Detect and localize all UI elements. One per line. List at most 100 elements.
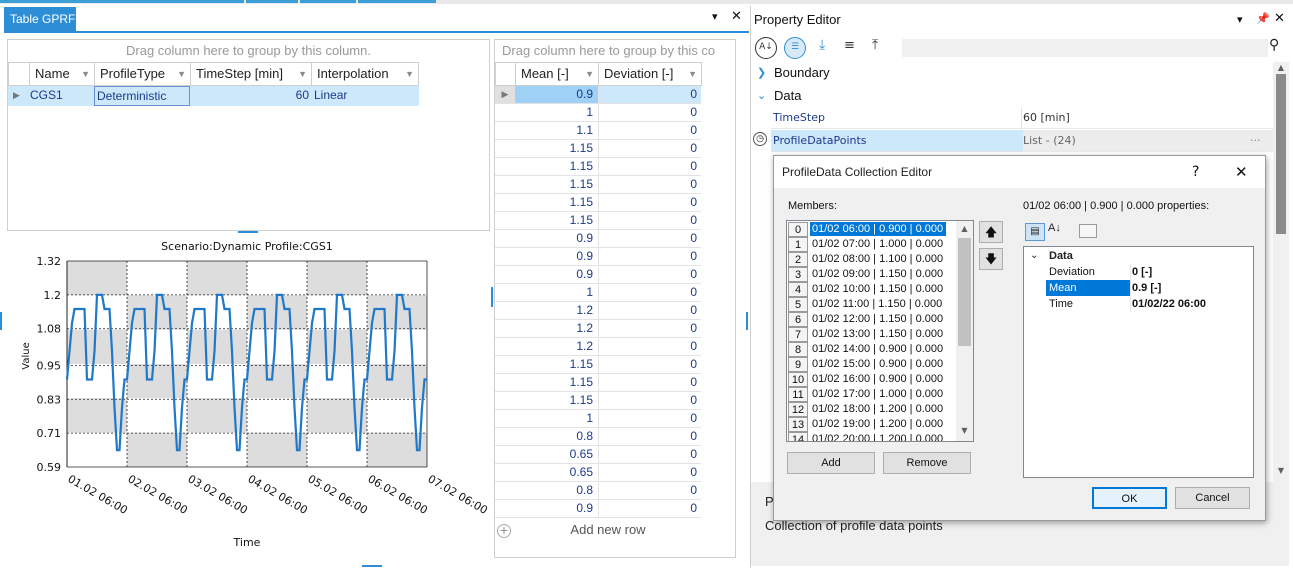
table-row[interactable]: 0.9 0 bbox=[495, 248, 701, 266]
move-down-button[interactable]: 🡇 bbox=[979, 248, 1003, 270]
list-item[interactable]: 2 01/02 08:00 | 1.100 | 0.000 bbox=[788, 252, 954, 267]
cell-deviation[interactable]: 0 bbox=[599, 230, 701, 247]
cell-mean[interactable]: 0.8 bbox=[515, 428, 597, 445]
category-row[interactable]: ⌄ Data bbox=[1024, 248, 1253, 264]
download-icon[interactable]: ⤓ bbox=[819, 37, 825, 53]
prop-row-time[interactable]: Time 01/02/22 06:00 bbox=[1024, 296, 1253, 312]
cell-deviation[interactable]: 0 bbox=[599, 302, 701, 319]
filter-icon[interactable]: ▼ bbox=[688, 63, 697, 85]
cell-mean[interactable]: 0.9 bbox=[515, 230, 597, 247]
cell-mean[interactable]: 1 bbox=[515, 410, 597, 427]
list-item[interactable]: 6 01/02 12:00 | 1.150 | 0.000 bbox=[788, 312, 954, 327]
scroll-thumb[interactable] bbox=[958, 238, 971, 346]
table-row[interactable]: 1.15 0 bbox=[495, 158, 701, 176]
table-row[interactable]: 0.9 0 bbox=[495, 230, 701, 248]
list-item[interactable]: 1 01/02 07:00 | 1.000 | 0.000 bbox=[788, 237, 954, 252]
list-item[interactable]: 10 01/02 16:00 | 0.900 | 0.000 bbox=[788, 372, 954, 387]
sort-alpha-icon[interactable]: A↓ bbox=[1048, 222, 1061, 234]
table-row[interactable]: 1.2 0 bbox=[495, 338, 701, 356]
prop-value[interactable]: 0.9 [-] bbox=[1132, 280, 1161, 296]
cell-mean[interactable]: 1.15 bbox=[515, 194, 597, 211]
cell-mean[interactable]: 0.8 bbox=[515, 482, 597, 499]
vertical-splitter-handle[interactable] bbox=[491, 287, 493, 307]
cell-mean[interactable]: 0.65 bbox=[515, 464, 597, 481]
prop-value[interactable]: 01/02/22 06:00 bbox=[1132, 296, 1206, 312]
cell-deviation[interactable]: 0 bbox=[599, 500, 701, 517]
cell-deviation[interactable]: 0 bbox=[599, 428, 701, 445]
cell-deviation[interactable]: 0 bbox=[599, 158, 701, 175]
list-item[interactable]: 14 01/02 20:00 | 1.200 | 0.000 bbox=[788, 432, 954, 441]
property-grid[interactable]: ⌄ Data Deviation 0 [-] Mean 0.9 [-] Time 01… bbox=[1023, 246, 1254, 478]
cell-mean[interactable]: 0.9 bbox=[515, 248, 597, 265]
category-data[interactable]: ⌄ Data bbox=[751, 85, 1273, 107]
pane-menu-icon[interactable]: ▾ bbox=[1237, 13, 1243, 26]
horizontal-splitter-handle[interactable] bbox=[362, 565, 382, 567]
filter-icon[interactable]: ▼ bbox=[81, 63, 90, 85]
property-value[interactable]: 60 [min] bbox=[1023, 107, 1070, 129]
horizontal-splitter-handle[interactable] bbox=[238, 231, 258, 233]
cell-mean[interactable]: 1 bbox=[515, 104, 597, 121]
cell-mean[interactable]: 1.15 bbox=[515, 158, 597, 175]
column-header-profiletype[interactable]: ProfileType ▼ bbox=[94, 62, 191, 86]
cell-deviation[interactable]: 0 bbox=[599, 464, 701, 481]
ok-button[interactable]: OK bbox=[1092, 487, 1167, 509]
property-row-profiledatapoints[interactable]: ProfileDataPoints List - (24) ... bbox=[771, 130, 1273, 152]
cancel-button[interactable]: Cancel bbox=[1175, 487, 1250, 509]
cell-deviation[interactable]: 0 bbox=[599, 320, 701, 337]
cell-mean[interactable]: 1.2 bbox=[515, 302, 597, 319]
cell-mean[interactable]: 1 bbox=[515, 284, 597, 301]
search-input[interactable] bbox=[902, 39, 1268, 57]
table-row[interactable]: 0.65 0 bbox=[495, 464, 701, 482]
table-row[interactable]: 1.15 0 bbox=[495, 356, 701, 374]
cell-mean[interactable]: 1.15 bbox=[515, 212, 597, 229]
cell-deviation[interactable]: 0 bbox=[599, 410, 701, 427]
move-up-button[interactable]: 🡅 bbox=[979, 221, 1003, 243]
cell-deviation[interactable]: 0 bbox=[599, 212, 701, 229]
list-item[interactable]: 3 01/02 09:00 | 1.150 | 0.000 bbox=[788, 267, 954, 282]
cell-deviation[interactable]: 0 bbox=[599, 338, 701, 355]
list-item[interactable]: 7 01/02 13:00 | 1.150 | 0.000 bbox=[788, 327, 954, 342]
list-item[interactable]: 4 01/02 10:00 | 1.150 | 0.000 bbox=[788, 282, 954, 297]
cell-mean[interactable]: 0.9 bbox=[515, 500, 597, 517]
scroll-thumb[interactable] bbox=[1276, 74, 1286, 234]
cell-deviation[interactable]: 0 bbox=[599, 248, 701, 265]
cell-deviation[interactable]: 0 bbox=[599, 104, 701, 121]
upload-icon[interactable]: ⤒ bbox=[872, 37, 878, 53]
cell-name[interactable]: CGS1 bbox=[30, 86, 92, 106]
table-row[interactable]: 1.2 0 bbox=[495, 302, 701, 320]
list-item[interactable]: 8 01/02 14:00 | 0.900 | 0.000 bbox=[788, 342, 954, 357]
cell-mean[interactable]: 1.15 bbox=[515, 356, 597, 373]
table-row[interactable]: 1.15 0 bbox=[495, 374, 701, 392]
group-by-hint[interactable]: Drag column here to group by this co bbox=[495, 40, 735, 62]
cell-deviation[interactable]: 0 bbox=[599, 194, 701, 211]
table-row[interactable]: 1.15 0 bbox=[495, 194, 701, 212]
categorized-view-icon[interactable]: ☰ bbox=[784, 37, 806, 59]
filter-icon[interactable]: ▼ bbox=[405, 63, 414, 85]
table-row[interactable]: 10 bbox=[495, 104, 701, 122]
search-icon[interactable]: ⚲ bbox=[1269, 37, 1279, 53]
cell-deviation[interactable]: 0 bbox=[599, 374, 701, 391]
vertical-splitter-handle[interactable] bbox=[0, 312, 2, 330]
cell-deviation[interactable]: 0 bbox=[599, 122, 701, 139]
cell-mean[interactable]: 1.15 bbox=[515, 374, 597, 391]
filter-icon[interactable]: ▼ bbox=[177, 63, 186, 85]
list-item[interactable]: 9 01/02 15:00 | 0.900 | 0.000 bbox=[788, 357, 954, 372]
cell-deviation[interactable]: 0 bbox=[599, 284, 701, 301]
property-value[interactable]: List - (24) bbox=[1023, 130, 1273, 152]
cell-deviation[interactable]: 0 bbox=[599, 140, 701, 157]
table-row[interactable]: 0.9 0 bbox=[495, 500, 701, 518]
group-by-hint[interactable]: Drag column here to group by this column… bbox=[8, 40, 489, 62]
sort-alphabetical-icon[interactable]: A↓ bbox=[755, 37, 777, 59]
table-row[interactable]: 10 bbox=[495, 410, 701, 428]
prop-row-deviation[interactable]: Deviation 0 [-] bbox=[1024, 264, 1253, 280]
list-item[interactable]: 0 01/02 06:00 | 0.900 | 0.000 bbox=[788, 222, 954, 237]
table-row[interactable]: 10 bbox=[495, 284, 701, 302]
members-list[interactable]: 0 01/02 06:00 | 0.900 | 0.000 1 01/02 07:00… bbox=[786, 220, 974, 442]
scroll-up-arrow[interactable]: ▲ bbox=[956, 224, 973, 233]
list-item[interactable]: 12 01/02 18:00 | 1.200 | 0.000 bbox=[788, 402, 954, 417]
column-header-name[interactable]: Name ▼ bbox=[29, 62, 95, 86]
property-row-timestep[interactable]: TimeStep 60 [min] bbox=[771, 107, 1273, 129]
categorized-icon[interactable]: ▤ bbox=[1025, 223, 1045, 241]
cell-mean[interactable]: 1.2 bbox=[515, 320, 597, 337]
add-new-row-button[interactable]: Add new row bbox=[515, 522, 701, 540]
